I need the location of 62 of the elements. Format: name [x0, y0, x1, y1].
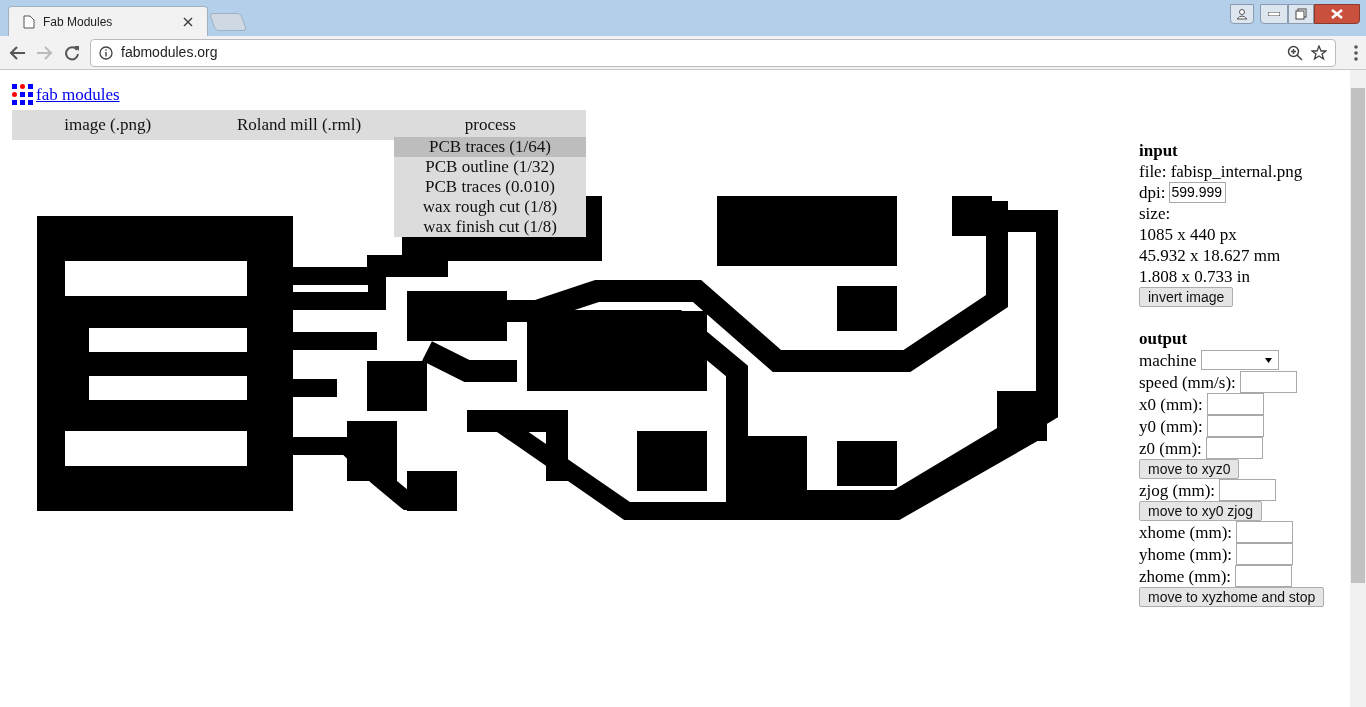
size-text: 45.932 x 18.627 mm: [1139, 245, 1281, 266]
size-text: 1.808 x 0.733 in: [1139, 266, 1250, 287]
field-label: zhome (mm):: [1139, 565, 1232, 587]
star-icon[interactable]: [1311, 44, 1327, 61]
number-field[interactable]: [1235, 565, 1293, 587]
machine-dropdown[interactable]: [1200, 350, 1279, 370]
menu-item[interactable]: Roland mill (.rml): [203, 109, 395, 140]
dropdown-item[interactable]: PCB traces (1/64): [394, 137, 586, 157]
number-field[interactable]: [1206, 415, 1264, 437]
invert-image-button[interactable]: invert image: [1139, 287, 1234, 307]
scrollbar-thumb[interactable]: [1351, 88, 1365, 583]
restore-button[interactable]: [1288, 4, 1314, 24]
field-label: x0 (mm):: [1139, 393, 1203, 415]
address-bar[interactable]: fabmodules.org: [90, 38, 1336, 67]
number-field[interactable]: [1205, 437, 1263, 459]
number-field[interactable]: [1219, 479, 1276, 501]
section-heading: output: [1139, 328, 1188, 349]
number-field[interactable]: [1239, 371, 1297, 393]
page-icon: [23, 14, 35, 29]
url-text: fabmodules.org: [121, 43, 219, 62]
file-name-text: file: fabisp_internal.png: [1139, 161, 1303, 182]
close-window-button[interactable]: [1314, 4, 1360, 24]
field-label: zjog (mm):: [1139, 479, 1215, 501]
browser-tab[interactable]: Fab Modules: [8, 6, 208, 36]
minimize-icon: [1268, 12, 1280, 16]
minimize-button[interactable]: [1260, 4, 1288, 24]
zoom-icon[interactable]: [1287, 44, 1303, 61]
field-label: machine: [1139, 349, 1197, 371]
field-label: z0 (mm):: [1139, 437, 1202, 459]
tab-title: Fab Modules: [43, 13, 114, 31]
section-heading: input: [1139, 140, 1178, 161]
menu-item[interactable]: process: [394, 109, 586, 140]
restore-icon: [1295, 8, 1307, 20]
menu-item[interactable]: image (.png): [12, 109, 204, 140]
back-icon[interactable]: [8, 44, 26, 61]
reload-icon[interactable]: [64, 44, 80, 61]
field-label: xhome (mm):: [1139, 521, 1232, 543]
close-icon[interactable]: [183, 16, 193, 27]
number-field[interactable]: [1206, 393, 1264, 415]
dpi-field[interactable]: 599.999: [1169, 182, 1227, 203]
menu-icon[interactable]: [1354, 44, 1358, 61]
new-tab-button[interactable]: [208, 13, 248, 31]
person-icon: [1236, 8, 1248, 20]
move-button[interactable]: move to xy0 zjog: [1139, 501, 1263, 521]
dpi-label: dpi:: [1139, 182, 1166, 203]
move-button[interactable]: move to xyzhome and stop: [1139, 587, 1325, 607]
size-label: size:: [1139, 203, 1171, 224]
info-icon[interactable]: [99, 45, 113, 60]
size-text: 1085 x 440 px: [1139, 224, 1237, 245]
field-label: yhome (mm):: [1139, 543, 1232, 565]
move-button[interactable]: move to xyz0: [1139, 459, 1240, 479]
dropdown-arrow-icon: [1264, 357, 1272, 363]
profile-button[interactable]: [1230, 4, 1254, 24]
fab-modules-link[interactable]: fab modules: [36, 82, 120, 108]
scrollbar[interactable]: [1350, 70, 1366, 707]
number-field[interactable]: [1236, 521, 1293, 543]
number-field[interactable]: [1236, 543, 1293, 565]
field-label: speed (mm/s):: [1139, 371, 1236, 393]
close-icon: [1331, 9, 1343, 19]
field-label: y0 (mm):: [1139, 415, 1203, 437]
forward-icon[interactable]: [36, 44, 54, 61]
grid-logo-icon: [12, 84, 33, 106]
